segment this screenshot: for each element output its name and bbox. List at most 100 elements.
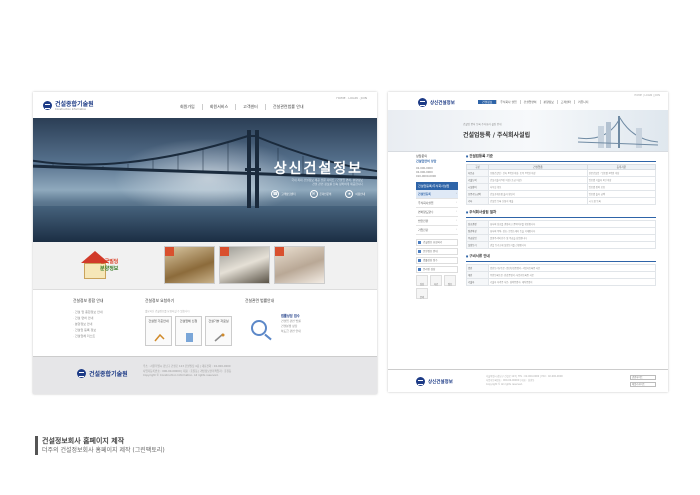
nav-item[interactable]: 고객센터 (235, 104, 265, 110)
column-description: 필요하신 건설정보를 요청하실 수 있습니다 (145, 310, 190, 313)
table-row: 정관작성 회사의 목적, 상호, 본점소재지 등을 기재합니다 (466, 227, 656, 235)
table-row: 주금납입 발행주식의 인수 및 주금을 납입합니다 (466, 234, 656, 242)
logo-subtext: Construction Information (55, 108, 87, 111)
logo-mark-icon (77, 369, 86, 378)
header: 상신건설정보 HOME | LOGIN | JOIN 건설정보 주식회사 설립 … (388, 92, 668, 110)
requirements-table: 구분 건설업종 등록기준 자본금 종합건설업 : 건축 5억원 이상, 토목 7억… (466, 164, 657, 205)
table-row: 자본금 종합건설업 : 건축 5억원 이상, 토목 7억원 이상 전문건설업 : 업… (466, 169, 657, 177)
wrench-icon (214, 333, 225, 342)
table-row: 설립등기 관할 등기소에 설립등기를 신청합니다 (466, 241, 656, 249)
quick-link-mail[interactable]: ✉ 온라인문의 (309, 190, 331, 198)
hero-quick-links: ☎ 고객상담센터 ✉ 온라인문의 ★ 이용안내 (271, 190, 365, 198)
logo-mark-icon (418, 98, 427, 107)
sub-banner: 건설업 면허 등록 주식회사 설립 안내 건설업등록 / 주식회사설립 (388, 110, 668, 152)
procedure-table: 상호결정 회사의 상호를 결정하고 중복여부를 확인합니다 정관작성 회사의 목적,… (466, 220, 656, 249)
section-title: 주식회사설립 절차 (466, 210, 656, 218)
info-column: 건설정보 종합 안내 건설 업 종합정보 안내 건설 면허 안내 분양정보 안내… (73, 298, 143, 339)
sidebar: 상담문의 건설업면허 상담 02-000-0000 02-000-0000 01… (416, 154, 458, 299)
list-item[interactable]: 하도급 관련 안내 (281, 329, 301, 334)
section-title: 구비서류 안내 (466, 254, 656, 262)
table-row: 법인 법인등기부등본, 법인인감증명서, 사업자등록증 사본 (466, 264, 656, 272)
column-title: 건설정보 요청하기 (145, 298, 175, 303)
nav-item[interactable]: 고객센터 (556, 100, 574, 104)
subpage-mockup: 상신건설정보 HOME | LOGIN | JOIN 건설정보 주식회사 설립 … (388, 92, 668, 392)
sidebar-menu: 건설업등록 주식회사설립 면허양도양수 법인전환 기업진단 (416, 190, 458, 235)
quick-link-guide[interactable]: ★ 이용안내 (345, 190, 365, 198)
nav-item[interactable]: 커뮤니티 (574, 100, 591, 104)
quick-link-phone[interactable]: ☎ 고객상담센터 (271, 190, 296, 198)
documents-table: 법인 법인등기부등본, 법인인감증명서, 사업자등록증 사본 개인 주민등록등본, … (466, 264, 656, 286)
request-box[interactable]: 건설업체 신청 (175, 316, 202, 346)
interior-thumbnail[interactable] (164, 246, 215, 284)
sidebar-tile[interactable]: 자료 (430, 275, 442, 286)
request-column: 건설정보 요청하기 필요하신 건설정보를 요청하실 수 있습니다 건설업 기준안… (145, 298, 245, 346)
sidebar-item[interactable]: 기업진단 (416, 226, 458, 235)
top-utility-links[interactable]: HOME | LOGIN | JOIN (634, 94, 660, 97)
list-item[interactable]: 건설업체 리스트 (73, 333, 143, 339)
consult-box: 상담문의 건설업면허 상담 (416, 154, 437, 163)
sidebar-tile[interactable]: 문의 (416, 288, 428, 299)
footer-info: 주소 : 서울특별시 강남구 건설로 123 건설빌딩 4층 | 대표전화 : … (143, 365, 232, 377)
logo-text: 건설종합기술원 (55, 101, 94, 108)
promo-label: 전국빌딩 (100, 259, 119, 265)
request-box[interactable]: 건설기술 자료실 (205, 316, 232, 346)
sidebar-banner[interactable]: 분양정보 안내 (416, 248, 458, 255)
sidebar-item[interactable]: 주식회사설립 (416, 199, 458, 208)
sidebar-item[interactable]: 면허양도양수 (416, 208, 458, 217)
main-nav: 건설정보 주식회사 설립 건설업면허 분양정보 고객센터 커뮤니티 (478, 100, 591, 104)
nav-item[interactable]: 건설업면허 (519, 100, 540, 104)
table-row: 시설장비 사무실 확보 업종별 장비 보유 (466, 183, 657, 191)
banner-title: 건설업등록 / 주식회사설립 (463, 132, 531, 139)
main-nav: 회원가입 회원서비스 고객센터 건설관련법률 안내 (173, 104, 311, 110)
phone-number: 010-0000-0000 (416, 175, 437, 178)
bridge-illustration (578, 116, 658, 148)
sidebar-tiles: 상담 자료 정보 문의 (416, 275, 458, 299)
footer-logo[interactable]: 건설종합기술원 (77, 369, 128, 378)
nav-item[interactable]: 회원가입 (173, 104, 202, 110)
table-row: 상호결정 회사의 상호를 결정하고 중복여부를 확인합니다 (466, 220, 656, 228)
hero-title: 상신건설정보 (273, 161, 363, 177)
related-site-select[interactable]: 관련사이트 (630, 375, 656, 380)
nav-item[interactable]: 분양정보 (539, 100, 557, 104)
sidebar-banner[interactable]: 온라인 상담 (416, 266, 458, 273)
star-icon: ★ (345, 190, 354, 198)
column-title: 건설정보 종합 안내 (73, 298, 104, 303)
sidebar-item[interactable]: 법인전환 (416, 217, 458, 226)
main-homepage-mockup: 건설종합기술원 Construction Information HOME · L… (33, 92, 377, 394)
sidebar-tile[interactable]: 정보 (444, 275, 456, 286)
portfolio-caption: 건설정보회사 홈페이지 제작 더주의 건설정보회사 홈페이지 제작 (그린팩토리… (35, 436, 165, 455)
column-title: 건설관련 법률안내 (245, 298, 275, 303)
phone-icon: ☎ (271, 190, 280, 198)
family-site-select[interactable]: 패밀리사이트 (630, 382, 656, 387)
badge-icon (165, 247, 174, 256)
nav-item[interactable]: 주식회사 설립 (496, 100, 519, 104)
hero-tagline: 건설 관련 정보를 신속 정확하게 제공합니다 (312, 182, 363, 186)
interior-thumbnail[interactable] (274, 246, 325, 284)
request-box[interactable]: 건설업 기준안내 (145, 316, 172, 346)
promo-strip: 전국빌딩 분양정보 (33, 242, 377, 290)
sidebar-banner[interactable]: 법률상담 접수 (416, 257, 458, 264)
logo-mark-icon (43, 100, 52, 110)
sidebar-tile[interactable]: 상담 (416, 275, 428, 286)
table-row: 기타 건설업 등록 신청서 제출 시·도청 등록 (466, 197, 657, 205)
header: 건설종합기술원 Construction Information HOME · L… (33, 92, 377, 118)
nav-item[interactable]: 건설정보 (478, 100, 497, 104)
sale-info-banner[interactable]: 전국빌딩 분양정보 (78, 251, 152, 283)
footer-logo[interactable]: 상신건설정보 (416, 377, 453, 386)
site-logo[interactable]: 건설종합기술원 Construction Information (43, 99, 94, 111)
table-row: 기술능력 건설기술자 5인 이상 (초급 이상) 업종별 기술자 2인 이상 (466, 176, 657, 184)
section-title: 건설업등록 기준 (466, 154, 656, 162)
nav-item[interactable]: 건설관련법률 안내 (264, 104, 311, 110)
mail-icon: ✉ (309, 190, 318, 198)
badge-icon (220, 247, 229, 256)
interior-thumbnail[interactable] (219, 246, 270, 284)
sidebar-banner[interactable]: 건설정보 요청하기 (416, 239, 458, 246)
sidebar-item[interactable]: 건설업등록 (416, 190, 458, 199)
footer: 상신건설정보 서울특별시 강남구 건설로 123 | TEL : 02-000-… (388, 369, 668, 392)
top-utility-links[interactable]: HOME · LOGIN · JOIN (336, 96, 367, 100)
nav-item[interactable]: 회원서비스 (201, 104, 235, 110)
table-row: 기술자 기술자 자격증 사본, 경력증명서, 재직증명서 (466, 278, 656, 286)
footer-info: 서울특별시 강남구 건설로 123 | TEL : 02-000-0000 | … (486, 375, 563, 386)
table-row: 보증가능금액 건설공제조합 출자 확인서 업종별 출자 금액 (466, 190, 657, 198)
caption-subtitle: 더주의 건설정보회사 홈페이지 제작 (그린팩토리) (42, 447, 165, 454)
